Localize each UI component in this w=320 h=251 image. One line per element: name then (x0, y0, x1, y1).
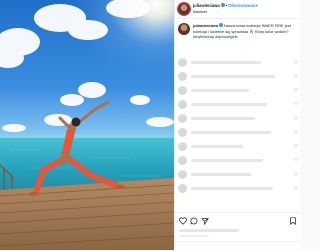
comment-text (191, 61, 261, 64)
avatar[interactable] (178, 3, 190, 15)
comment-row (175, 100, 301, 112)
comment-avatar[interactable] (178, 100, 187, 109)
username-link[interactable]: juliawieniawa (193, 3, 220, 8)
post-date (179, 235, 209, 237)
heart-icon[interactable] (294, 144, 298, 148)
comment-avatar[interactable] (178, 170, 187, 179)
comment-row (175, 86, 301, 98)
verified-icon (218, 23, 223, 28)
follow-button[interactable]: Obserwowanie (228, 3, 258, 8)
comment-avatar[interactable] (178, 156, 187, 165)
comment-row (175, 170, 301, 182)
comment-text (191, 173, 251, 176)
heart-icon[interactable] (294, 60, 298, 64)
comment-text (191, 117, 255, 120)
caption-hashtags[interactable]: #mylinedrop #lamourtgirls (193, 34, 238, 39)
comment-icon[interactable] (190, 217, 198, 225)
comment-row (175, 58, 301, 70)
heart-icon[interactable] (294, 88, 298, 92)
caption-text: juliawieniawa Nasza nowa kolekcja INNER … (193, 23, 299, 40)
share-icon[interactable] (201, 217, 209, 225)
separator-dot: • (225, 3, 228, 8)
yoga-scene (0, 0, 174, 250)
location-link[interactable]: Maldives (193, 10, 207, 14)
caption-username[interactable]: juliawieniawa (193, 23, 218, 28)
heart-icon[interactable] (294, 186, 298, 190)
post-header: juliawieniawa •Obserwowanie Maldives (175, 0, 301, 19)
comment-avatar[interactable] (178, 142, 187, 151)
heart-icon[interactable] (294, 74, 298, 78)
comment-text (191, 89, 249, 92)
caption-line-1: Nasza nowa kolekcja INNER FIRE jest (223, 23, 291, 28)
comment-row (175, 128, 301, 140)
comment-text (191, 187, 273, 190)
instagram-post: juliawieniawa •Obserwowanie Maldives juli… (0, 0, 301, 250)
comment-row (175, 72, 301, 84)
comment-row (175, 156, 301, 168)
comment-row (175, 184, 301, 196)
comment-row (175, 114, 301, 126)
caption: juliawieniawa Nasza nowa kolekcja INNER … (175, 21, 301, 53)
comment-avatar[interactable] (178, 114, 187, 123)
heart-icon[interactable] (179, 217, 187, 225)
comment-avatar[interactable] (178, 86, 187, 95)
heart-icon[interactable] (294, 116, 298, 120)
heart-icon[interactable] (294, 172, 298, 176)
header-row: juliawieniawa •Obserwowanie (193, 3, 258, 8)
comment-avatar[interactable] (178, 184, 187, 193)
heart-icon[interactable] (294, 102, 298, 106)
heart-icon[interactable] (294, 158, 298, 162)
comment-text (191, 159, 263, 162)
heart-icon[interactable] (294, 130, 298, 134)
comment-row (175, 142, 301, 154)
verified-icon (220, 3, 225, 8)
bookmark-icon[interactable] (289, 217, 297, 225)
comment-text (191, 75, 275, 78)
comment-text (191, 145, 243, 148)
comment-text (191, 103, 267, 106)
likes-count[interactable] (179, 229, 239, 232)
comment-text (191, 131, 271, 134)
post-photo[interactable] (0, 0, 174, 250)
post-sidebar: juliawieniawa •Obserwowanie Maldives juli… (174, 0, 301, 250)
post-actions (175, 212, 301, 250)
comment-avatar[interactable] (178, 128, 187, 137)
comment-avatar[interactable] (178, 72, 187, 81)
caption-avatar[interactable] (178, 23, 190, 35)
comment-avatar[interactable] (178, 58, 187, 67)
caption-line-3: kolekcja i świetnie się sprawdza 🔥 Który… (193, 28, 289, 34)
